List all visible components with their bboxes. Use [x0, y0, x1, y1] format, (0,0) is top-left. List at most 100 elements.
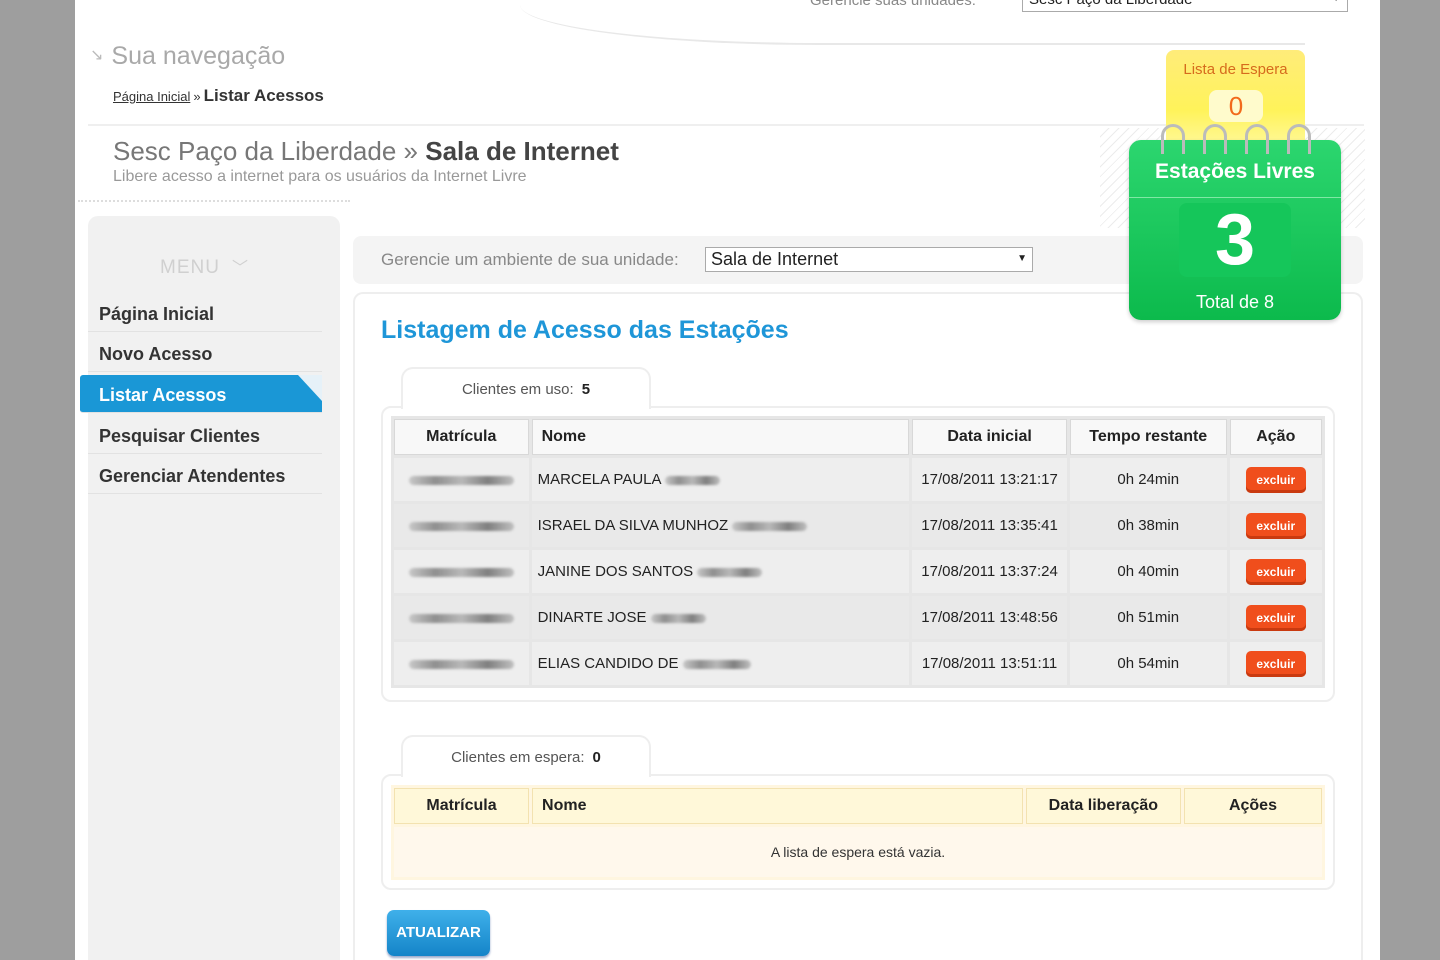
remaining-cell: 0h 51min: [1069, 596, 1227, 639]
in-use-table: Matrícula Nome Data inicial Tempo restan…: [391, 416, 1325, 688]
delete-button[interactable]: excluir: [1245, 466, 1306, 493]
tab-clientes-em-uso[interactable]: Clientes em uso: 5: [401, 367, 651, 409]
remaining-cell: 0h 24min: [1069, 458, 1227, 501]
binder-rings: [1156, 124, 1316, 154]
unit-select-value: Sesc Paço da Liberdade: [1029, 0, 1192, 8]
page-subtitle: Libere acesso a internet para os usuário…: [113, 168, 527, 185]
action-cell: excluir: [1229, 458, 1322, 501]
tab-clientes-em-espera[interactable]: Clientes em espera: 0: [401, 735, 651, 777]
client-name: MARCELA PAULA: [537, 471, 661, 488]
ring-icon: [1245, 124, 1269, 154]
ring-icon: [1161, 124, 1185, 154]
listing-title: Listagem de Acesso das Estações: [381, 316, 789, 344]
sidebar-item-gerenciar-atendentes[interactable]: Gerenciar Atendentes: [88, 456, 322, 494]
breadcrumb-separator: »: [193, 89, 201, 104]
action-cell: excluir: [1229, 504, 1322, 547]
page-title-unit: Sesc Paço da Liberdade: [113, 136, 397, 166]
redacted-blur: [408, 613, 514, 623]
col-acoes: Ações: [1183, 788, 1322, 824]
start-cell: 17/08/2011 13:21:17: [912, 458, 1067, 501]
waiting-list-label: Lista de Espera: [1183, 61, 1288, 78]
client-name: DINARTE JOSE: [537, 609, 647, 626]
col-tempo-restante: Tempo restante: [1069, 419, 1227, 455]
col-nome: Nome: [532, 788, 1023, 824]
redacted-blur: [697, 567, 763, 577]
action-cell: excluir: [1229, 596, 1322, 639]
action-cell: excluir: [1229, 642, 1322, 685]
waiting-list-count: 0: [1209, 90, 1263, 122]
sidebar-item-pesquisar-clientes[interactable]: Pesquisar Clientes: [88, 416, 322, 454]
table-row: JANINE DOS SANTOS 17/08/2011 13:37:24 0h…: [394, 550, 1322, 593]
redacted-blur: [408, 659, 514, 669]
table-row: ISRAEL DA SILVA MUNHOZ 17/08/2011 13:35:…: [394, 504, 1322, 547]
sidebar-item-novo-acesso[interactable]: Novo Acesso: [88, 334, 322, 372]
chevron-down-icon: ﹀: [231, 260, 249, 277]
unit-select[interactable]: Sesc Paço da Liberdade ▼: [1022, 0, 1348, 12]
breadcrumb-home-link[interactable]: Página Inicial: [113, 89, 190, 104]
nome-cell: ISRAEL DA SILVA MUNHOZ: [531, 504, 910, 547]
client-name: ELIAS CANDIDO DE: [537, 655, 679, 672]
delete-button[interactable]: excluir: [1245, 650, 1306, 677]
breadcrumb-current: Listar Acessos: [203, 86, 324, 105]
sidebar-item-listar-acessos[interactable]: Listar Acessos: [80, 375, 322, 413]
col-data-liberacao: Data liberação: [1025, 788, 1181, 824]
col-matricula: Matrícula: [394, 419, 529, 455]
free-stations-total: Total de 8: [1195, 292, 1275, 312]
ring-icon: [1287, 124, 1311, 154]
tab-label: Clientes em uso:: [461, 381, 574, 398]
navigation-title: ↘ Sua navegação: [90, 42, 285, 71]
redacted-blur: [408, 475, 514, 485]
free-stations-count: 3: [1179, 203, 1291, 277]
client-name: ISRAEL DA SILVA MUNHOZ: [537, 517, 729, 534]
col-nome: Nome: [531, 419, 910, 455]
waiting-count: 0: [592, 749, 601, 766]
redacted-blur: [682, 659, 751, 669]
client-name: JANINE DOS SANTOS: [537, 563, 694, 580]
table-header-row: Matrícula Nome Data liberação Ações: [394, 788, 1322, 824]
sidebar-item-pagina-inicial[interactable]: Página Inicial: [88, 294, 322, 332]
dropdown-arrow-icon: ▼: [1017, 253, 1027, 264]
page-title-room: Sala de Internet: [425, 136, 619, 166]
ring-icon: [1203, 124, 1227, 154]
arrow-down-right-icon: ↘: [90, 47, 104, 64]
table-row: ELIAS CANDIDO DE 17/08/2011 13:51:11 0h …: [394, 642, 1322, 685]
page-title-separator: »: [403, 136, 419, 166]
ambiente-label: Gerencie um ambiente de sua unidade:: [381, 250, 679, 269]
matricula-cell: [394, 458, 529, 501]
refresh-button[interactable]: ATUALIZAR: [387, 910, 490, 956]
table-header-row: Matrícula Nome Data inicial Tempo restan…: [394, 419, 1322, 455]
start-cell: 17/08/2011 13:48:56: [912, 596, 1067, 639]
col-acao: Ação: [1229, 419, 1322, 455]
remaining-cell: 0h 54min: [1069, 642, 1227, 685]
action-cell: excluir: [1229, 550, 1322, 593]
ambiente-select[interactable]: Sala de Internet ▼: [705, 247, 1033, 272]
dotted-divider: [78, 200, 350, 202]
table-row: DINARTE JOSE 17/08/2011 13:48:56 0h 51mi…: [394, 596, 1322, 639]
unit-selector: Gerencie suas unidades: Sesc Paço da Lib…: [810, 0, 1350, 14]
remaining-cell: 0h 38min: [1069, 504, 1227, 547]
breadcrumb: Página Inicial» Listar Acessos: [113, 86, 324, 106]
col-data-inicial: Data inicial: [912, 419, 1067, 455]
start-cell: 17/08/2011 13:51:11: [912, 642, 1067, 685]
redacted-blur: [664, 475, 720, 485]
menu-label: MENU: [160, 257, 220, 278]
table-row: MARCELA PAULA 17/08/2011 13:21:17 0h 24m…: [394, 458, 1322, 501]
delete-button[interactable]: excluir: [1245, 604, 1306, 631]
divider: [1129, 197, 1341, 198]
empty-message: A lista de espera está vazia.: [394, 827, 1322, 877]
redacted-blur: [650, 613, 706, 623]
delete-button[interactable]: excluir: [1245, 558, 1306, 585]
delete-button[interactable]: excluir: [1245, 512, 1306, 539]
in-use-count: 5: [581, 381, 591, 398]
tab-label: Clientes em espera:: [451, 749, 585, 766]
nome-cell: JANINE DOS SANTOS: [531, 550, 910, 593]
free-stations-widget: Estações Livres 3 Total de 8: [1129, 140, 1341, 320]
remaining-cell: 0h 40min: [1069, 550, 1227, 593]
col-matricula: Matrícula: [394, 788, 530, 824]
nome-cell: ELIAS CANDIDO DE: [531, 642, 910, 685]
dropdown-arrow-icon: ▼: [1331, 0, 1341, 4]
nome-cell: MARCELA PAULA: [531, 458, 910, 501]
redacted-blur: [408, 521, 514, 531]
matricula-cell: [394, 596, 529, 639]
menu-header[interactable]: MENU ﹀: [160, 254, 249, 279]
